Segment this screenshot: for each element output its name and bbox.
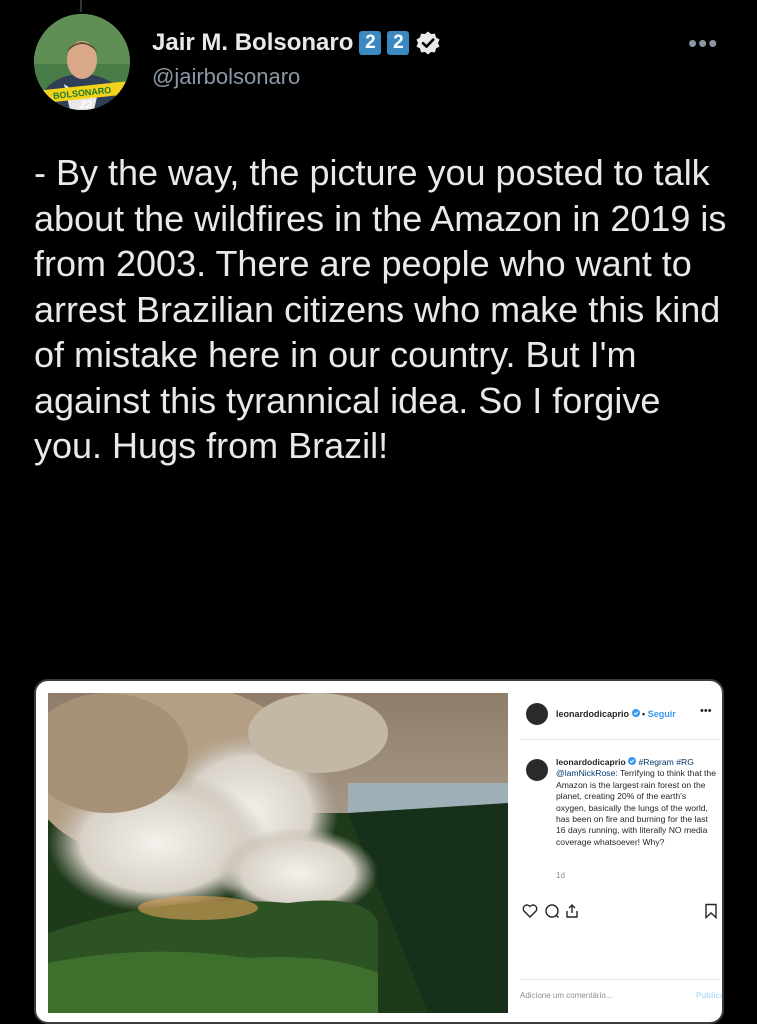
avatar-logo-number: 22 [79,99,92,110]
instagram-username: leonardodicaprio [556,709,630,719]
thread-line [80,0,82,12]
instagram-follow-button: Seguir [647,709,676,719]
number-badge-2: 2 [387,31,410,55]
bookmark-icon [705,903,717,919]
author-name-row: Jair M. Bolsonaro 2 2 [152,26,441,60]
instagram-divider-top [520,739,720,740]
number-badge-1: 2 [359,31,382,55]
verified-badge-icon[interactable] [415,30,441,56]
instagram-publish-button: Publicar [696,991,722,1000]
instagram-verified-icon [631,709,640,717]
heart-icon [522,904,538,918]
instagram-hashtags: #Regram #RG [638,757,694,767]
instagram-avatar [526,703,548,725]
instagram-more-icon: ••• [700,705,712,717]
author-handle[interactable]: @jairbolsonaro [152,64,300,90]
instagram-caption-body: Terrifying to think that the Amazon is t… [556,768,716,847]
instagram-post-age: 1d [556,871,565,880]
instagram-separator: • [642,709,646,719]
profile-avatar[interactable]: BOLSONARO 22 [34,14,130,110]
instagram-post-panel: leonardodicaprio • Seguir ••• leonardodi… [520,681,722,1022]
more-options-icon[interactable]: ••• [688,28,718,59]
tweet-media-image[interactable]: leonardodicaprio • Seguir ••• leonardodi… [34,679,724,1024]
tweet-text: - By the way, the picture you posted to … [34,152,727,466]
instagram-comment-input: Adicione um comentário... [520,991,613,1000]
instagram-mention: @lamNickRose: [556,768,618,779]
instagram-divider-bottom [520,979,720,980]
instagram-caption-avatar [526,759,548,781]
instagram-header: leonardodicaprio • Seguir [556,709,676,719]
avatar-photo: BOLSONARO 22 [34,14,130,110]
instagram-caption: leonardodicaprio #Regram #RG @lamNickRos… [556,757,718,848]
author-display-name[interactable]: Jair M. Bolsonaro [152,29,353,57]
share-icon [566,904,578,918]
amazon-fire-photo [48,693,508,1013]
comment-icon [545,904,559,918]
instagram-action-bar [520,903,720,927]
instagram-caption-verified-icon [628,757,637,765]
instagram-caption-user: leonardodicaprio [556,757,626,767]
